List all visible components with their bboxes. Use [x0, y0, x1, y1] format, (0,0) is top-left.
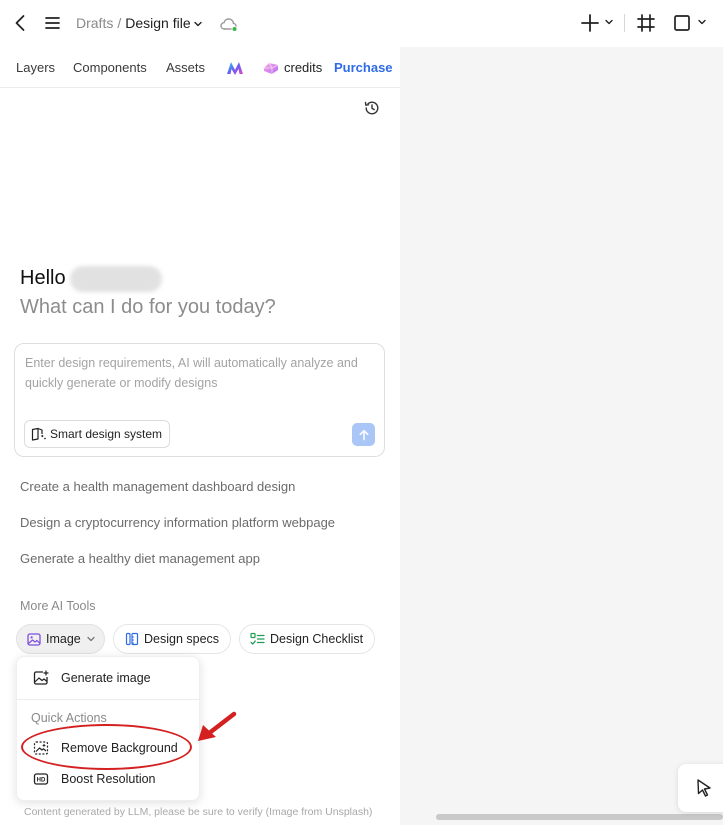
breadcrumb: Drafts / Design file — [76, 15, 203, 32]
breadcrumb-current-file[interactable]: Design file — [125, 15, 190, 31]
prompt-placeholder[interactable]: Enter design requirements, AI will autom… — [25, 353, 377, 393]
purchase-link[interactable]: Purchase — [334, 60, 393, 75]
smart-design-system-button[interactable]: Smart design system — [24, 420, 171, 448]
history-icon[interactable] — [363, 99, 381, 117]
boost-resolution-label: Boost Resolution — [61, 772, 156, 786]
suggestion-item[interactable]: Create a health management dashboard des… — [20, 479, 295, 494]
generate-image-label: Generate image — [61, 671, 151, 685]
top-toolbar: Drafts / Design file — [0, 0, 723, 47]
plus-icon[interactable] — [580, 12, 600, 34]
suggestion-item[interactable]: Generate a healthy diet management app — [20, 551, 260, 566]
rectangle-icon[interactable] — [673, 14, 691, 32]
chevron-down-icon[interactable] — [697, 17, 707, 27]
cursor-tool-button[interactable] — [678, 764, 723, 812]
menu-divider — [17, 699, 199, 700]
llm-disclaimer: Content generated by LLM, please be sure… — [24, 806, 373, 818]
breadcrumb-drafts[interactable]: Drafts — [76, 15, 113, 31]
credits-label: credits — [284, 60, 323, 75]
left-panel: Layers Components Assets credits Purchas… — [0, 47, 400, 825]
design-checklist-chip[interactable]: Design Checklist — [239, 624, 375, 654]
cloud-sync-icon — [219, 15, 239, 33]
horizontal-scrollbar[interactable] — [436, 814, 723, 820]
annotation-highlight-ellipse — [21, 724, 192, 770]
cursor-icon — [695, 778, 713, 798]
greeting-subtitle: What can I do for you today? — [20, 296, 276, 318]
greeting-hello: Hello — [20, 267, 66, 289]
breadcrumb-separator: / — [117, 15, 122, 31]
tab-layers[interactable]: Layers — [16, 60, 55, 75]
design-canvas[interactable] — [400, 47, 723, 825]
image-tool-chip[interactable]: Image — [16, 624, 105, 654]
tab-components[interactable]: Components — [73, 60, 147, 75]
prompt-input-box[interactable]: Enter design requirements, AI will autom… — [14, 343, 385, 457]
hd-icon: HD — [33, 771, 49, 787]
tab-assets[interactable]: Assets — [166, 60, 205, 75]
design-checklist-label: Design Checklist — [270, 632, 364, 646]
toolbar-divider — [624, 14, 625, 32]
menu-item-generate-image[interactable]: Generate image — [17, 663, 199, 693]
suggestion-item[interactable]: Design a cryptocurrency information plat… — [20, 515, 335, 530]
design-specs-label: Design specs — [144, 632, 220, 646]
generate-image-icon — [33, 670, 49, 686]
more-ai-tools-title: More AI Tools — [20, 599, 96, 613]
user-name-redacted — [70, 266, 162, 292]
panel-tabs: Layers Components Assets credits Purchas… — [0, 47, 400, 88]
quick-actions-title: Quick Actions — [31, 711, 107, 725]
chevron-down-icon[interactable] — [604, 17, 614, 27]
svg-text:HD: HD — [37, 778, 46, 784]
annotation-arrow-icon — [194, 710, 240, 746]
menu-icon[interactable] — [42, 12, 64, 34]
ai-logo-icon[interactable] — [226, 60, 244, 76]
design-specs-chip[interactable]: Design specs — [113, 624, 231, 654]
image-chip-label: Image — [46, 632, 81, 646]
checklist-icon — [250, 632, 265, 646]
arrow-up-icon — [358, 429, 370, 441]
credits-gem-icon — [262, 60, 280, 76]
frame-icon[interactable] — [636, 13, 656, 33]
chevron-down-icon[interactable] — [193, 16, 203, 32]
image-icon — [27, 632, 41, 646]
smart-design-label: Smart design system — [50, 427, 163, 441]
back-icon[interactable] — [10, 12, 32, 34]
chevron-down-icon — [86, 634, 96, 644]
design-specs-icon — [125, 632, 139, 646]
smart-design-icon — [31, 427, 47, 441]
send-button[interactable] — [352, 423, 375, 446]
